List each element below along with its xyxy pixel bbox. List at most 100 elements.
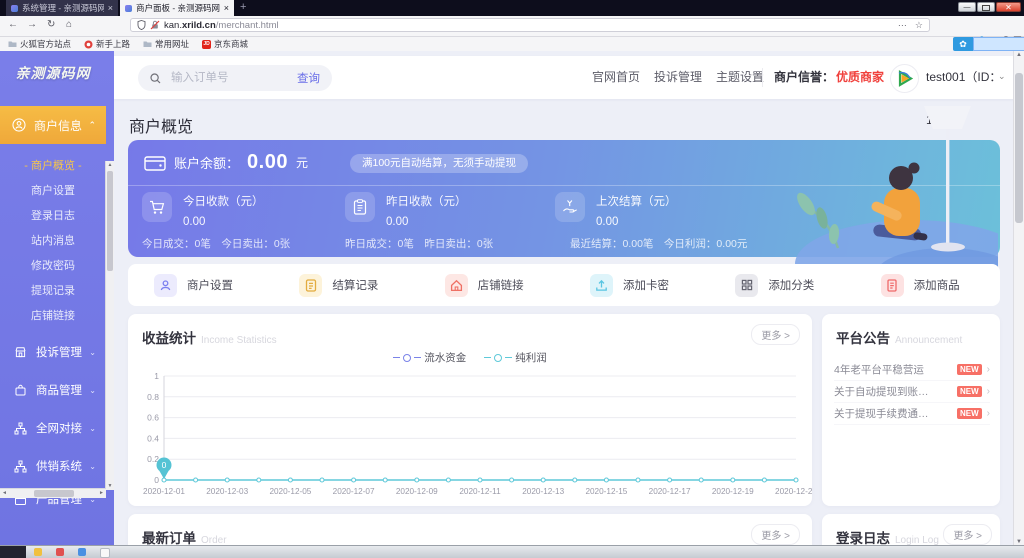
window-minimize-button[interactable]: — — [958, 2, 976, 12]
reputation-value: 优质商家 — [836, 56, 884, 99]
income-more-button[interactable]: 更多 > — [751, 324, 800, 345]
svg-text:2020-12-05: 2020-12-05 — [269, 487, 311, 496]
svg-text:2020-12-13: 2020-12-13 — [522, 487, 564, 496]
svg-text:2020-12-11: 2020-12-11 — [459, 487, 501, 496]
new-tab-button[interactable]: + — [240, 1, 246, 13]
desktop-corner — [0, 546, 26, 558]
divider — [128, 185, 1000, 186]
bookmark-item[interactable]: 新手上路 — [84, 38, 130, 50]
back-icon[interactable]: ← — [8, 19, 18, 30]
shield-icon[interactable] — [137, 20, 146, 30]
sidebar-vertical-scrollbar[interactable]: ▲ ▼ — [105, 161, 114, 490]
quick-add-category[interactable]: 添加分类 — [709, 274, 854, 297]
tab-favicon — [11, 5, 18, 12]
sidebar-item-password[interactable]: 修改密码 — [0, 254, 106, 279]
window-close-button[interactable]: ✕ — [996, 2, 1021, 12]
quick-merchant-settings[interactable]: 商户设置 — [128, 274, 273, 297]
stat-foot-settlement: 最近结算：0.00笔 今日利润：0.00元 — [570, 236, 747, 251]
income-statistics-card: 收益统计Income Statistics 更多 > 流水资金 纯利润 00.2… — [128, 314, 812, 506]
cart-icon — [142, 192, 172, 222]
nav-complaints-link[interactable]: 投诉管理 — [654, 56, 702, 99]
taskbar-icon[interactable] — [100, 548, 110, 558]
quick-actions-card: 商户设置 结算记录 店铺链接 添加卡密 添加分类 添加商品 — [128, 264, 1000, 306]
announcement-item[interactable]: 关于自动提现到账时间通知必看 NEW › — [834, 380, 990, 403]
svg-text:2020-12-07: 2020-12-07 — [333, 487, 375, 496]
wallet-icon — [144, 154, 166, 172]
browser-tab-active[interactable]: 商户面板 - 亲测源码网 www.q × — [120, 0, 234, 16]
orders-more-button[interactable]: 更多 > — [751, 524, 800, 545]
taskbar-icon[interactable] — [78, 548, 86, 556]
browser-titlebar: 系统管理 - 亲测源码网 www.q × 商户面板 - 亲测源码网 www.q … — [0, 0, 1024, 16]
nav-theme-link[interactable]: 主题设置 — [716, 56, 764, 99]
avatar[interactable] — [890, 64, 919, 93]
sidebar-item-login-log[interactable]: 登录日志 — [0, 204, 106, 229]
card-title: 最新订单Order — [142, 527, 227, 546]
latest-orders-card: 最新订单Order 更多 > — [128, 514, 812, 546]
chevron-down-icon[interactable] — [998, 56, 1006, 99]
sidebar-menu-products[interactable]: 商品管理 — [0, 377, 106, 403]
sidebar-menu-supply[interactable]: 供销系统 — [0, 453, 106, 479]
sidebar: 亲测源码网 商户信息 - 商户概览 - 商户设置 登录日志 站内消息 修改密码 … — [0, 51, 114, 546]
nav-home-link[interactable]: 官网首页 — [592, 56, 640, 99]
quick-settle-records[interactable]: 结算记录 — [273, 274, 418, 297]
sidebar-menu-network[interactable]: 全网对接 — [0, 415, 106, 441]
login-log-more-button[interactable]: 更多 > — [943, 524, 992, 545]
chevron-down-icon — [89, 386, 96, 395]
quick-add-product[interactable]: 添加商品 — [855, 274, 1000, 297]
sidebar-item-settings[interactable]: 商户设置 — [0, 179, 106, 204]
forward-icon[interactable]: → — [27, 19, 37, 30]
tab-close-icon[interactable]: × — [224, 4, 229, 13]
card-title: 登录日志Login Log — [836, 527, 939, 546]
bookmark-star-icon[interactable]: ☆ — [915, 20, 923, 31]
page-scrollbar[interactable]: ▲ ▼ — [1013, 51, 1024, 546]
sidebar-menu-complaints[interactable]: 投诉管理 — [0, 339, 106, 365]
sidebar-horizontal-scrollbar[interactable]: ◄ ► — [0, 488, 106, 498]
sidebar-item-withdraw[interactable]: 提现记录 — [0, 279, 106, 304]
search-button[interactable]: 查询 — [297, 70, 320, 86]
tab-close-icon[interactable]: × — [108, 4, 113, 13]
page-actions-icon[interactable]: ⋯ — [898, 20, 907, 31]
announcement-item[interactable]: 4年老平台平稳营运 NEW › — [834, 358, 990, 381]
extension-icon[interactable]: ✿ — [953, 37, 973, 51]
chevron-down-icon — [89, 348, 96, 357]
taskbar-icon[interactable] — [34, 548, 42, 556]
browser-navbar: ← → ↻ ⌂ kan.xrild.cn/merchant.html ⋯ ☆ ↶… — [0, 16, 1024, 37]
insecure-lock-icon[interactable] — [150, 20, 160, 30]
home-icon[interactable]: ⌂ — [66, 19, 72, 30]
announcement-card: 平台公告Announcement 4年老平台平稳营运 NEW › 关于自动提现到… — [822, 314, 1000, 506]
upload-icon — [590, 274, 613, 297]
reload-icon[interactable]: ↻ — [47, 19, 55, 30]
quick-shop-link[interactable]: 店铺链接 — [419, 274, 564, 297]
taskbar-icon[interactable] — [56, 548, 64, 556]
quick-add-card-key[interactable]: 添加卡密 — [564, 274, 709, 297]
sidebar-item-messages[interactable]: 站内消息 — [0, 229, 106, 254]
url-bar[interactable]: kan.xrild.cn/merchant.html ⋯ ☆ — [130, 18, 930, 32]
svg-text:2020-12-15: 2020-12-15 — [585, 487, 627, 496]
legend-item-profit[interactable]: 纯利润 — [484, 350, 547, 365]
sidebar-menu-merchant-info[interactable]: 商户信息 — [0, 106, 106, 144]
chart-legend: 流水资金 纯利润 — [128, 350, 812, 365]
sidebar-item-shop-link[interactable]: 店铺链接 — [0, 304, 106, 329]
order-search-box[interactable]: 查询 — [138, 65, 332, 91]
card-title: 收益统计Income Statistics — [142, 327, 277, 347]
page-title: 商户概览 — [129, 113, 193, 137]
windows-taskbar[interactable] — [0, 545, 1024, 558]
sidebar-item-overview[interactable]: - 商户概览 - — [0, 154, 106, 179]
extension-input[interactable] — [973, 37, 1024, 51]
bookmark-item[interactable]: JD 京东商城 — [202, 38, 248, 50]
legend-item-flow[interactable]: 流水资金 — [393, 350, 466, 365]
browser-tab-inactive[interactable]: 系统管理 - 亲测源码网 www.q × — [6, 0, 118, 16]
top-header: 查询 官网首页 投诉管理 主题设置 商户信誉： 优质商家 test001（ID：… — [114, 56, 1014, 99]
search-input[interactable] — [169, 71, 283, 85]
bookmark-item[interactable]: 火狐官方站点 — [8, 38, 71, 50]
stat-last-settlement: 上次结算（元）0.00 — [555, 192, 677, 228]
svg-text:2020-12-17: 2020-12-17 — [649, 487, 691, 496]
bookmark-item[interactable]: 常用网址 — [143, 38, 189, 50]
folder-icon — [143, 40, 152, 48]
window-maximize-button[interactable] — [977, 2, 995, 12]
chevron-right-icon: › — [987, 408, 990, 419]
stat-foot-yesterday: 昨日成交：0笔 昨日卖出：0张 — [345, 236, 493, 251]
divider — [762, 68, 763, 87]
svg-text:0: 0 — [162, 460, 167, 470]
announcement-item[interactable]: 关于提现手续费通知必看 NEW › — [834, 402, 990, 425]
